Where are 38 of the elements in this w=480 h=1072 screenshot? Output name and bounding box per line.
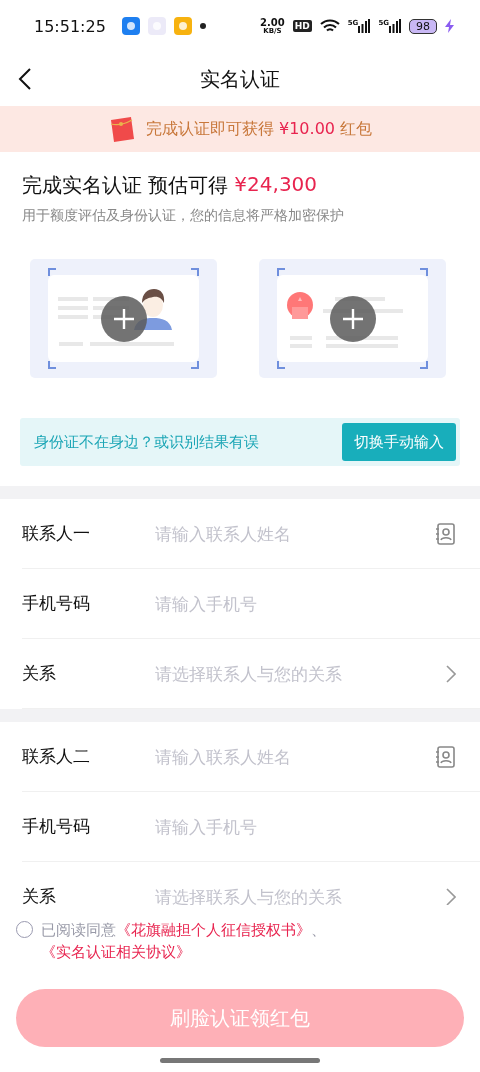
status-time: 15:51:25 (34, 16, 106, 36)
input-field[interactable]: 请输入联系人姓名 (155, 746, 436, 767)
privacy-note: 用于额度评估及身份认证，您的信息将严格加密保护 (22, 207, 345, 225)
reward-text: 完成认证即可获得 ¥10.00 红包 (145, 118, 373, 140)
charging-bolt-icon (445, 19, 454, 33)
hd-indicator: HD (292, 20, 312, 32)
battery-indicator: 98 (409, 18, 437, 34)
id-upload-card[interactable] (259, 259, 446, 378)
estimate-title: 完成实名认证 预估可得 ¥24,300 (22, 172, 319, 199)
field-label: 关系 (22, 662, 57, 685)
field-label: 联系人一 (22, 522, 91, 545)
chevron-right-icon[interactable] (446, 887, 456, 906)
plus-icon (112, 307, 135, 330)
input-field[interactable]: 请输入手机号 (155, 593, 456, 614)
contact-book-icon[interactable] (436, 522, 456, 545)
input-field[interactable]: 请选择联系人与您的关系 (155, 663, 446, 684)
contact-book-icon[interactable] (436, 745, 456, 768)
agreement-link[interactable]: 《实名认证相关协议》 (41, 943, 191, 961)
app-notification-icon (173, 17, 192, 35)
input-field[interactable]: 请输入联系人姓名 (155, 523, 436, 544)
agreement-link[interactable]: 《花旗融担个人征信授权书》 (116, 921, 311, 939)
app-notification-icon (121, 17, 140, 35)
input-field[interactable]: 请输入手机号 (155, 816, 456, 837)
field-label: 手机号码 (22, 592, 91, 615)
id-upload-card[interactable] (30, 259, 217, 378)
chevron-right-icon[interactable] (446, 664, 456, 683)
agree-radio[interactable] (16, 921, 33, 938)
field-label: 手机号码 (22, 815, 91, 838)
manual-input-button[interactable]: 切换手动输入 (342, 423, 456, 461)
field-label: 关系 (22, 885, 57, 908)
page-title: 实名认证 (200, 65, 280, 93)
wifi-icon (319, 18, 340, 34)
manual-input-hint: 身份证不在身边？或识别结果有误 (34, 432, 259, 452)
agreement-text: 已阅读同意《花旗融担个人征信授权书》、 《实名认证相关协议》 (41, 920, 327, 963)
more-dot-icon (199, 23, 206, 29)
input-field[interactable]: 请选择联系人与您的关系 (155, 886, 446, 907)
field-label: 联系人二 (22, 745, 91, 768)
plus-icon (341, 307, 364, 330)
